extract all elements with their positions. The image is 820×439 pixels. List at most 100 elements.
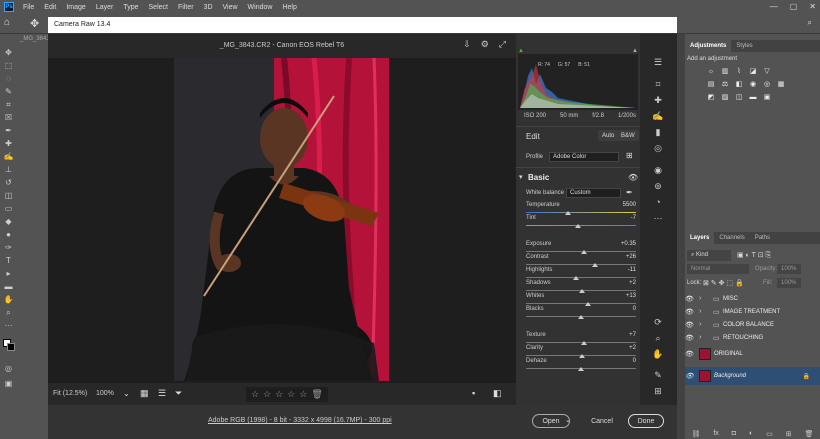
brightness-icon[interactable]: ☼ [707,67,715,75]
star-icon[interactable]: ☆ [287,389,295,400]
move-icon[interactable]: ✥ [3,48,14,57]
cancel-button[interactable]: Cancel [586,414,618,428]
hue-saturation-icon[interactable]: ▤ [707,80,715,88]
path-select-icon[interactable]: ▸ [3,269,14,278]
collapse-chevron-icon[interactable]: › [699,308,709,315]
quick-mask-icon[interactable]: ◎ [3,364,14,373]
tab-styles[interactable]: Styles [731,40,757,52]
adjustment-layer-icon[interactable]: ◐ [749,430,753,438]
color-lookup-icon[interactable]: ▦ [777,80,785,88]
tab-paths[interactable]: Paths [750,232,775,244]
search-icon[interactable]: ⌕ [808,18,812,28]
slider-track[interactable] [526,277,636,278]
zoom-chevron-icon[interactable]: ⌄ [123,389,130,398]
menu-file[interactable]: File [18,4,39,11]
close-icon[interactable]: ✕ [809,2,816,11]
frame-icon[interactable]: ☒ [3,113,14,122]
screen-mode-icon[interactable]: ▣ [3,379,14,388]
pen-icon[interactable]: ✑ [3,243,14,252]
filmstrip-icon[interactable]: ▦ [140,388,149,399]
collapse-chevron-icon[interactable]: › [699,295,709,302]
gradient-map-icon[interactable]: ▬ [749,93,757,101]
open-options-chevron-icon[interactable]: ⌄ [565,416,571,424]
preview-area[interactable] [48,58,516,418]
visibility-eye-icon[interactable]: 👁 [685,350,695,358]
slider-track[interactable] [526,264,636,265]
document-tab[interactable]: _MG_3843 [18,34,50,46]
threshold-icon[interactable]: ◫ [735,93,743,101]
home-icon[interactable]: ⌂ [4,17,10,28]
adjustment-value[interactable]: 0 [611,358,636,364]
background-color-swatch[interactable] [7,343,15,351]
rotate-icon[interactable]: ⟳ [652,316,664,328]
layer-row[interactable]: 👁 › ▭ COLOR BALANCE [685,318,820,331]
shadow-clip-icon[interactable]: ▲ [518,48,524,54]
workflow-options-link[interactable]: Adobe RGB (1998) - 8 bit - 3332 x 4998 (… [208,417,392,424]
menu-view[interactable]: View [218,4,243,11]
posterize-icon[interactable]: ▨ [721,93,729,101]
adjustment-value[interactable]: +2 [611,280,636,286]
slider-thumb[interactable] [579,354,586,358]
layer-row[interactable]: 👁 › ▭ MISC [685,292,820,305]
adjustment-value[interactable]: +2 [611,345,636,351]
adjustment-value[interactable]: 5500 [611,202,636,208]
edit-sliders-icon[interactable]: ☰ [652,56,664,68]
sampler-icon[interactable]: ✎ [652,369,664,381]
adjustment-value[interactable]: +26 [611,254,636,260]
blur-icon[interactable]: ◆ [3,217,14,226]
profile-dropdown[interactable]: Adobe Color [549,152,619,162]
healing-icon[interactable]: ✚ [3,139,14,148]
eraser-icon[interactable]: ◫ [3,191,14,200]
fullscreen-icon[interactable]: ⤢ [499,39,506,50]
menu-edit[interactable]: Edit [39,4,61,11]
adjustment-value[interactable]: -7 [611,215,636,221]
trash-icon[interactable]: 🗑 [311,389,322,400]
visibility-eye-icon[interactable]: 👁 [685,295,695,303]
channel-mixer-icon[interactable]: ◎ [763,80,771,88]
crop-rotate-icon[interactable]: ⌗ [652,78,664,90]
slider-track[interactable] [526,212,636,213]
auto-button[interactable]: Auto [598,130,619,141]
hand-icon[interactable]: ✋ [3,295,14,304]
trash-icon[interactable]: 🗑 [805,430,814,438]
eyedropper-icon[interactable]: ✒ [626,188,633,197]
star-icon[interactable]: ☆ [299,389,307,400]
minimize-icon[interactable]: — [770,2,778,11]
selective-color-icon[interactable]: ▣ [763,93,771,101]
slider-thumb[interactable] [564,211,571,215]
snapshots-icon[interactable]: ⊚ [652,180,664,192]
adjustment-value[interactable]: -11 [611,267,636,273]
stamp-icon[interactable]: ⊥ [3,165,14,174]
zoom-tool-icon[interactable]: ⌕ [652,332,664,344]
collapse-chevron-icon[interactable]: › [699,334,709,341]
exposure-icon[interactable]: ◪ [749,67,757,75]
visibility-eye-icon[interactable]: 👁 [685,308,695,316]
linear-gradient-icon[interactable]: ▮ [652,126,664,138]
highlight-clip-icon[interactable]: ▲ [632,48,638,54]
dodge-icon[interactable]: ● [3,230,14,239]
collapse-chevron-icon[interactable]: › [699,321,709,328]
menu-image[interactable]: Image [61,4,90,11]
visibility-eye-icon[interactable]: 👁 [685,372,695,380]
filter-pixel-icon[interactable]: ▣ ◐ T ⊡ ⎘ [737,251,771,260]
more-options-icon[interactable]: ⋯ [652,212,664,224]
bw-button[interactable]: B&W [617,130,639,141]
filter-icon[interactable]: ⏷ [175,388,182,399]
collapse-chevron-icon[interactable]: ▾ [519,173,523,181]
crop-icon[interactable]: ⌗ [3,100,14,109]
visibility-eye-icon[interactable]: 👁 [628,173,638,182]
before-after-icon[interactable]: ◧ [493,388,502,399]
white-balance-dropdown[interactable]: Custom [566,188,621,198]
menu-3d[interactable]: 3D [199,4,218,11]
move-tool-icon[interactable]: ✥ [30,17,39,30]
adjustment-value[interactable]: +0.35 [611,241,636,247]
vibrance-icon[interactable]: ▽ [763,67,771,75]
star-icon[interactable]: ☆ [251,389,259,400]
slider-thumb[interactable] [578,367,584,371]
eyedropper-icon[interactable]: ✒ [3,126,14,135]
gradient-icon[interactable]: ▭ [3,204,14,213]
menu-help[interactable]: Help [277,4,301,11]
type-icon[interactable]: T [3,256,14,265]
basic-section-header[interactable]: Basic [528,173,549,182]
fill-field[interactable]: 100% [777,278,801,288]
